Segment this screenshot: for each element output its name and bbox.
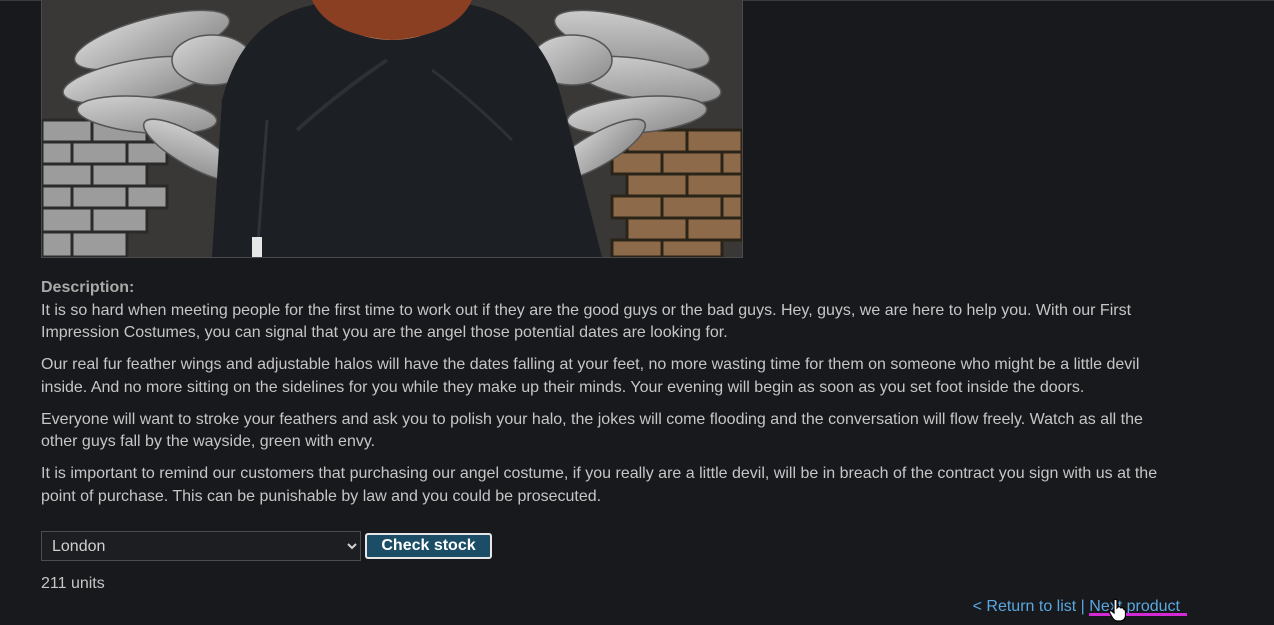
description-label: Description: [41,279,135,296]
link-highlight-underline [1089,613,1187,616]
check-stock-button[interactable]: Check stock [365,533,492,559]
hand-cursor-icon [1108,598,1126,622]
description-paragraph: Our real fur feather wings and adjustabl… [41,356,1140,396]
product-description: Description: It is so hard when meeting … [41,277,1171,518]
description-paragraph: It is so hard when meeting people for th… [41,301,1132,342]
link-separator: | [1080,598,1085,615]
stock-check-form: London Check stock [41,531,492,561]
product-photo-icon [42,0,742,257]
store-select[interactable]: London [41,531,361,561]
product-image [41,0,743,258]
return-to-list-link[interactable]: < Return to list [973,598,1077,615]
stock-result: 211 units [41,575,105,592]
description-paragraph: It is important to remind our customers … [41,465,1158,505]
description-paragraph: Everyone will want to stroke your feathe… [41,410,1143,451]
